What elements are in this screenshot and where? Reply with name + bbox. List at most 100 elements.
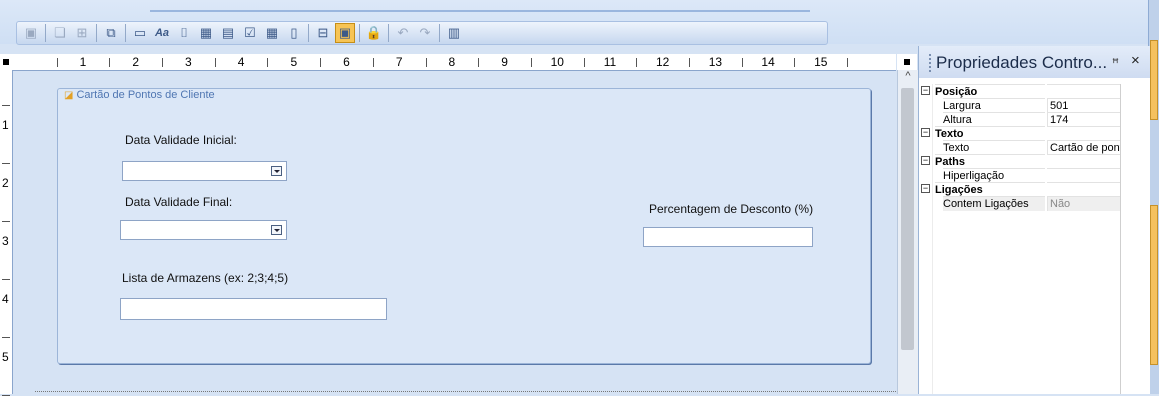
ruler-label: 1: [79, 55, 87, 69]
ruler-tick: [267, 58, 269, 67]
ruler-label: 3: [185, 55, 192, 69]
font-icon[interactable]: Aa: [152, 23, 172, 43]
property-value[interactable]: Cartão de pontos: [1047, 140, 1120, 155]
ruler-tick: [56, 58, 58, 67]
property-name: Posição: [935, 84, 1045, 99]
lista-armazens-label: Lista de Armazens (ex: 2;3;4;5): [122, 271, 289, 285]
calendar-dropdown-icon[interactable]: [271, 225, 282, 235]
ruler-label: 12: [656, 55, 670, 69]
ruler-tick: [847, 58, 849, 67]
collapse-icon[interactable]: −: [921, 184, 930, 193]
ruler-tick: [794, 58, 796, 67]
toolbar-separator: [308, 24, 309, 42]
property-row[interactable]: Contem Ligações Não: [919, 196, 1120, 211]
groupbox-title-text: Cartão de Pontos de Cliente: [76, 89, 215, 101]
select-all-icon[interactable]: ⊞: [72, 23, 92, 43]
data-validade-final-label: Data Validade Final:: [125, 195, 233, 209]
property-name: Ligações: [935, 182, 1045, 197]
property-value[interactable]: 501: [1047, 98, 1120, 113]
ruler-label: 2: [2, 176, 9, 190]
ruler-corner-right: [897, 54, 917, 70]
preview-icon[interactable]: ▥: [444, 23, 464, 43]
ruler-corner: [0, 54, 12, 70]
ruler-label: 7: [395, 55, 403, 69]
property-row[interactable]: Altura 174: [919, 112, 1120, 127]
calendar-dropdown-icon[interactable]: [271, 166, 282, 176]
tab-control-icon[interactable]: ⊟: [313, 23, 333, 43]
ruler-label: 11: [603, 55, 617, 69]
tab-order-icon[interactable]: ⧉: [101, 23, 121, 43]
ruler-label: 14: [761, 55, 775, 69]
data-validade-final-picker[interactable]: [120, 220, 287, 240]
property-row[interactable]: Hiperligação: [919, 168, 1120, 182]
property-category[interactable]: − Texto: [919, 126, 1120, 140]
property-row[interactable]: TextoCartão de pontos: [919, 140, 1120, 155]
ruler-tick: [689, 58, 691, 67]
lock-icon[interactable]: 🔒: [364, 23, 384, 43]
property-value: [1047, 126, 1120, 127]
data-validade-inicial-picker[interactable]: [122, 161, 287, 181]
cartao-pontos-groupbox[interactable]: ◪ Cartão de Pontos de Cliente Data Valid…: [57, 88, 871, 364]
collapse-icon[interactable]: −: [921, 156, 930, 165]
highlight-icon[interactable]: ▣: [335, 23, 355, 43]
groupbox-title: ◪ Cartão de Pontos de Cliente: [64, 89, 215, 101]
properties-panel: Propriedades Contro... ꟸ × − Posição Largu…: [918, 46, 1150, 394]
properties-edge: [1120, 84, 1121, 394]
vertical-scrollbar[interactable]: ^: [897, 70, 918, 394]
toolbar-separator: [439, 24, 440, 42]
property-category[interactable]: − Ligações: [919, 182, 1120, 196]
ruler-label: 4: [237, 55, 245, 69]
grid-icon[interactable]: ▤: [218, 23, 238, 43]
property-category[interactable]: − Posição: [919, 84, 1120, 98]
property-value[interactable]: Não: [1047, 196, 1120, 211]
ruler-label: 15: [814, 55, 828, 69]
property-value: [1047, 154, 1120, 155]
ruler-tick: [2, 337, 10, 338]
calendar-icon[interactable]: ▦: [196, 23, 216, 43]
property-value: [1047, 84, 1120, 85]
ruler-tick: [214, 58, 216, 67]
pin-icon[interactable]: ꟸ: [1112, 56, 1119, 70]
data-validade-inicial-label: Data Validade Inicial:: [125, 133, 237, 147]
property-name: Contem Ligações: [943, 196, 1045, 211]
textbox-icon[interactable]: ⌷: [174, 23, 194, 43]
label-icon[interactable]: ▭: [130, 23, 150, 43]
toolbar-separator: [96, 24, 97, 42]
undo-icon[interactable]: ↶: [393, 23, 413, 43]
ruler-label: 3: [2, 234, 9, 248]
vertical-ruler: 1 2 3 4 5: [0, 70, 13, 396]
property-name: Paths: [935, 154, 1045, 169]
dock-tab-bottom[interactable]: [1150, 205, 1158, 365]
dock-tab-top[interactable]: [1150, 40, 1158, 120]
redo-icon[interactable]: ↷: [415, 23, 435, 43]
toolbar-separator: [359, 24, 360, 42]
scroll-up-icon[interactable]: ^: [898, 70, 918, 86]
toolbar-tab-strip: [150, 0, 810, 12]
property-value[interactable]: [1047, 168, 1120, 169]
property-name: Texto: [943, 140, 1045, 155]
ruler-tick: [2, 221, 10, 222]
table-icon[interactable]: ▦: [262, 23, 282, 43]
horizontal-ruler: 1 2 3 4 5 6 7 8 9 10 11 12 13 14 15: [12, 54, 896, 71]
checkbox-icon[interactable]: ☑: [240, 23, 260, 43]
save-icon[interactable]: ▣: [21, 23, 41, 43]
percentagem-desconto-label: Percentagem de Desconto (%): [649, 202, 814, 216]
ruler-tick: [162, 58, 164, 67]
properties-title: Propriedades Contro...: [936, 53, 1108, 72]
property-row[interactable]: Largura 501: [919, 98, 1120, 113]
close-icon[interactable]: ×: [1131, 52, 1140, 69]
collapse-icon[interactable]: −: [921, 128, 930, 137]
lista-armazens-input[interactable]: [120, 298, 387, 320]
document-icon[interactable]: ▯: [284, 23, 304, 43]
property-value[interactable]: 174: [1047, 112, 1120, 127]
ruler-label: 2: [132, 55, 140, 69]
collapse-icon[interactable]: −: [921, 86, 930, 95]
properties-icon[interactable]: ❏: [50, 23, 70, 43]
design-canvas: ◪ Cartão de Pontos de Cliente Data Valid…: [13, 71, 902, 394]
property-category[interactable]: − Paths: [919, 154, 1120, 168]
scroll-thumb[interactable]: [901, 88, 914, 350]
percentagem-desconto-input[interactable]: [643, 227, 813, 247]
ruler-tick: [583, 58, 585, 67]
toolbar-separator: [388, 24, 389, 42]
drag-grip-icon[interactable]: [929, 54, 934, 72]
